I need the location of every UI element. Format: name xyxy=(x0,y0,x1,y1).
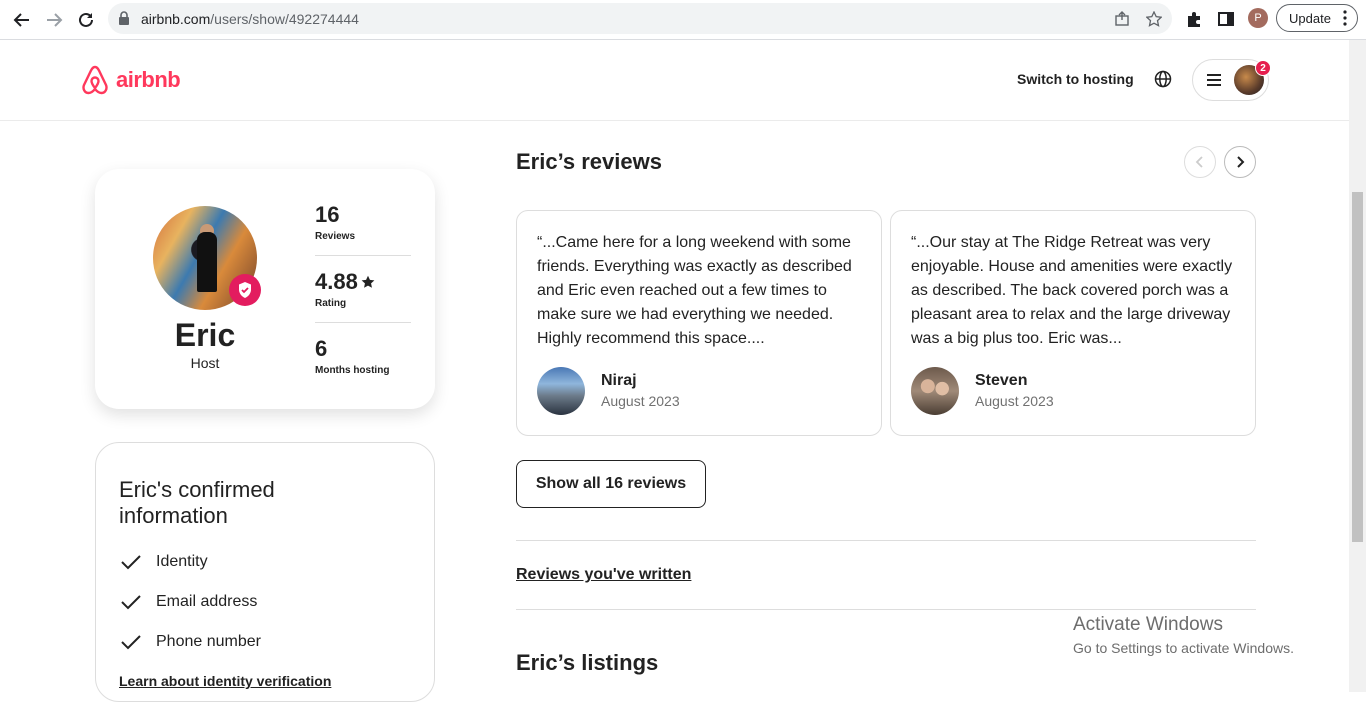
section-divider xyxy=(516,609,1256,610)
host-photo-body xyxy=(197,232,217,292)
reviews-next-button[interactable] xyxy=(1224,146,1256,178)
reviews-prev-button[interactable] xyxy=(1184,146,1216,178)
show-all-reviews-button[interactable]: Show all 16 reviews xyxy=(516,460,706,508)
chevron-left-icon xyxy=(1195,156,1203,168)
back-icon[interactable] xyxy=(10,8,34,32)
verified-shield-icon xyxy=(229,274,261,306)
host-name: Eric xyxy=(174,317,236,353)
profile-card: Eric Host 16 Reviews 4.88 Rating 6 Month… xyxy=(95,169,435,409)
address-bar[interactable]: airbnb.com/users/show/492274444 xyxy=(108,3,1172,34)
host-role: Host xyxy=(190,355,220,371)
windows-activation-watermark: Activate Windows Go to Settings to activ… xyxy=(1073,614,1294,656)
reviewer-avatar[interactable] xyxy=(911,367,959,415)
forward-icon[interactable] xyxy=(42,8,66,32)
reviewer-name[interactable]: Niraj xyxy=(601,372,637,390)
review-card[interactable]: “...Came here for a long weekend with so… xyxy=(516,210,882,436)
switch-to-hosting-link[interactable]: Switch to hosting xyxy=(1017,71,1134,87)
page-scrollbar-thumb[interactable] xyxy=(1352,192,1363,542)
review-text: “...Our stay at The Ridge Retreat was ve… xyxy=(911,234,1233,347)
checkmark-icon xyxy=(121,555,141,570)
review-card[interactable]: “...Our stay at The Ridge Retreat was ve… xyxy=(890,210,1256,436)
more-menu-icon[interactable] xyxy=(1343,10,1347,29)
url-path: /users/show/492274444 xyxy=(210,11,359,27)
globe-language-icon[interactable] xyxy=(1154,70,1172,93)
confirmed-info-title: Eric's confirmed information xyxy=(119,477,275,528)
stat-months-hosting: 6 Months hosting xyxy=(315,336,411,376)
browser-profile-avatar[interactable]: P xyxy=(1248,8,1268,28)
share-icon[interactable] xyxy=(1112,9,1132,29)
confirmed-item-label: Phone number xyxy=(156,633,261,650)
review-text: “...Came here for a long weekend with so… xyxy=(537,234,852,347)
notification-badge: 2 xyxy=(1255,60,1271,76)
watermark-title: Activate Windows xyxy=(1073,614,1223,635)
update-label: Update xyxy=(1289,10,1331,26)
stat-months-value: 6 xyxy=(315,336,328,361)
review-date: August 2023 xyxy=(601,393,680,409)
bookmark-star-icon[interactable] xyxy=(1144,9,1164,29)
reviewer-avatar[interactable] xyxy=(537,367,585,415)
extensions-icon[interactable] xyxy=(1183,8,1205,30)
site-header: airbnb Switch to hosting 2 xyxy=(0,40,1349,121)
stat-rating: 4.88 Rating xyxy=(315,269,411,309)
browser-toolbar: airbnb.com/users/show/492274444 P Update xyxy=(0,0,1366,40)
reviews-heading: Eric’s reviews xyxy=(516,149,662,174)
stat-rating-value: 4.88 xyxy=(315,269,358,294)
update-button[interactable]: Update xyxy=(1276,4,1358,32)
reload-icon[interactable] xyxy=(74,8,98,32)
confirmed-info-card: Eric's confirmed information Identity Em… xyxy=(95,442,435,702)
watermark-subtitle: Go to Settings to activate Windows. xyxy=(1073,640,1294,656)
star-icon xyxy=(361,275,375,288)
confirmed-item-label: Email address xyxy=(156,593,258,610)
side-panel-icon[interactable] xyxy=(1215,8,1237,30)
checkmark-icon xyxy=(121,635,141,650)
stat-months-label: Months hosting xyxy=(315,365,390,376)
review-date: August 2023 xyxy=(975,393,1054,409)
airbnb-logo[interactable]: airbnb xyxy=(80,64,181,96)
checkmark-icon xyxy=(121,595,141,610)
reviews-you-wrote-link[interactable]: Reviews you've written xyxy=(516,566,691,584)
stat-reviews-label: Reviews xyxy=(315,231,356,242)
chevron-right-icon xyxy=(1237,156,1245,168)
stat-reviews-value: 16 xyxy=(315,202,340,227)
reviewer-name[interactable]: Steven xyxy=(975,372,1027,390)
hamburger-menu-icon xyxy=(1206,73,1222,92)
stat-rating-value-row: 4.88 xyxy=(315,269,411,295)
url-host: airbnb.com xyxy=(141,11,211,27)
confirmed-item-label: Identity xyxy=(156,553,208,570)
confirmed-item-identity: Identity xyxy=(120,553,208,571)
confirmed-item-email: Email address xyxy=(120,593,257,611)
listings-heading: Eric’s listings xyxy=(516,650,659,675)
user-menu-button[interactable]: 2 xyxy=(1192,59,1271,101)
stat-divider xyxy=(315,255,411,256)
url-text: airbnb.com/users/show/492274444 xyxy=(141,11,359,27)
confirmed-item-phone: Phone number xyxy=(120,633,261,651)
stat-divider xyxy=(315,322,411,323)
airbnb-belo-icon xyxy=(82,65,108,95)
learn-identity-verification-link[interactable]: Learn about identity verification xyxy=(119,673,331,689)
stat-rating-label: Rating xyxy=(315,298,347,309)
stat-reviews: 16 Reviews xyxy=(315,202,411,242)
section-divider xyxy=(516,540,1256,541)
logo-text: airbnb xyxy=(116,67,181,92)
lock-icon xyxy=(118,11,130,30)
